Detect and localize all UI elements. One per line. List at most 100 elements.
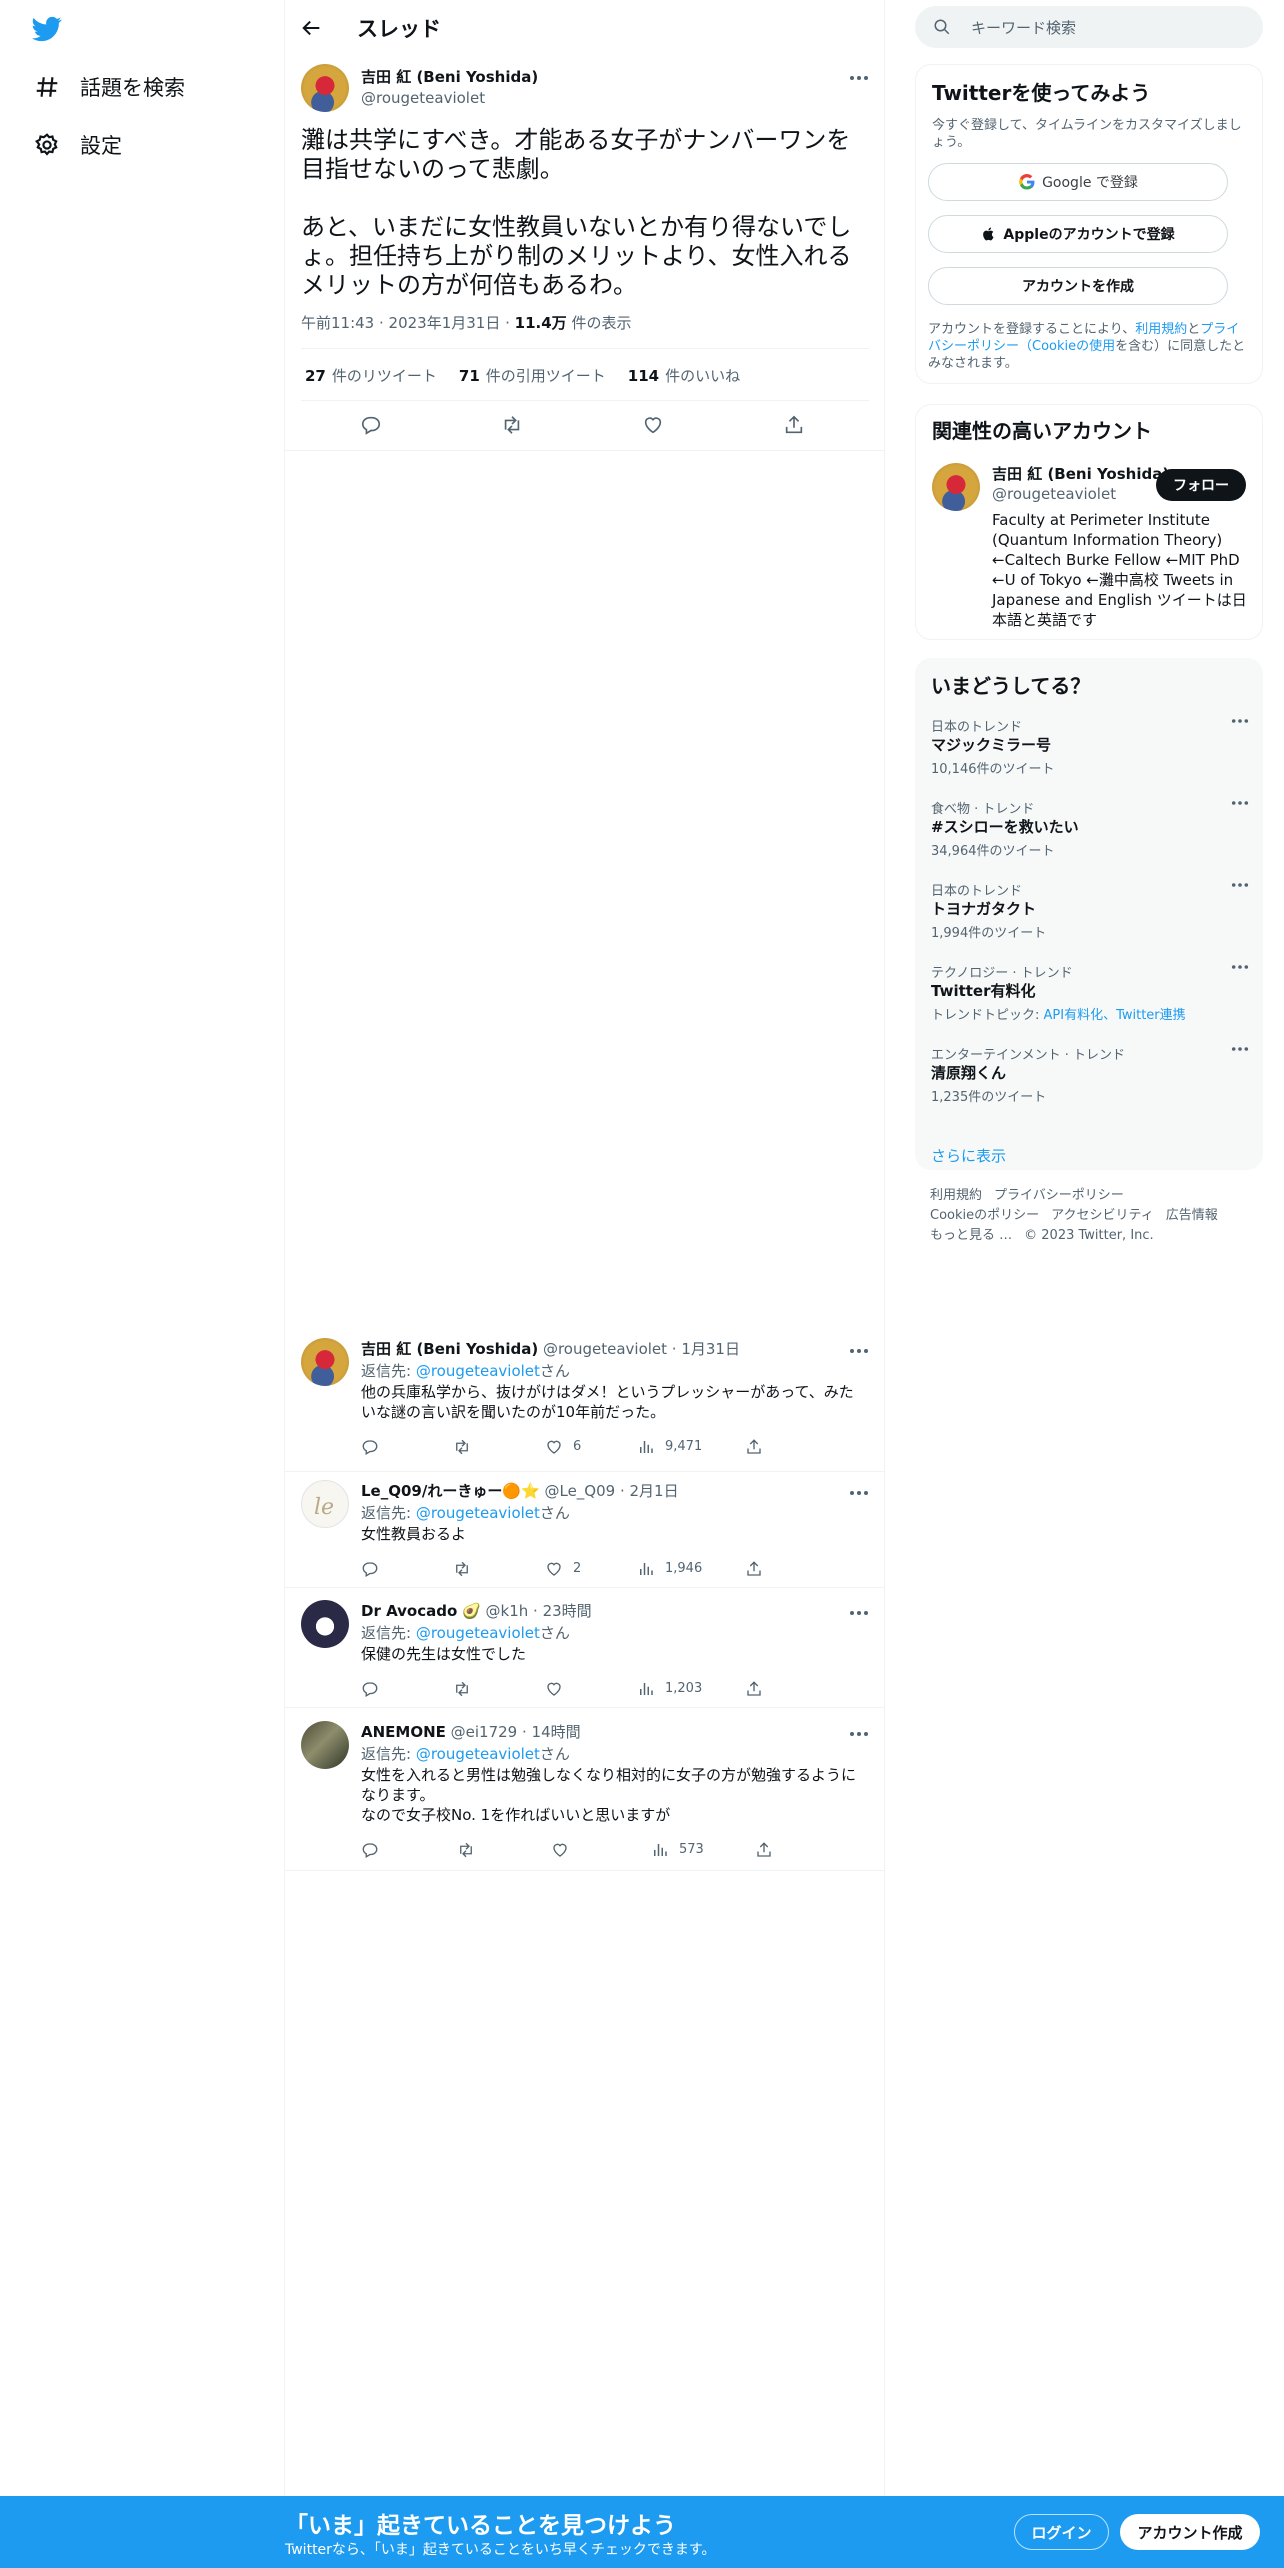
replying-to: 返信先: @rougeteavioletさん	[361, 1362, 570, 1380]
like-icon[interactable]	[551, 1841, 569, 1859]
more-options-icon[interactable]	[849, 75, 869, 81]
likes-stat[interactable]: 114 件のいいね	[628, 365, 740, 386]
tweet-author-name[interactable]: 吉田 紅 (Beni Yoshida)	[361, 66, 538, 87]
reply-tweet[interactable]: ANEMONE @ei1729 · 14時間 返信先: @rougeteavio…	[285, 1721, 885, 1871]
reply-author[interactable]: Le_Q09/れーきゅー🟠⭐ @Le_Q09 · 2月1日	[361, 1480, 679, 1501]
login-button[interactable]: ログイン	[1014, 2514, 1109, 2550]
retweets-stat[interactable]: 27 件のリツイート	[305, 365, 437, 386]
views-chart-icon[interactable]	[637, 1680, 655, 1698]
show-more-link[interactable]: さらに表示	[931, 1145, 1006, 1166]
tweet-author-handle[interactable]: @rougeteaviolet	[361, 89, 485, 107]
retweet-icon[interactable]	[501, 414, 523, 436]
reply-author[interactable]: 吉田 紅 (Beni Yoshida) @rougeteaviolet · 1月…	[361, 1338, 740, 1359]
reply-icon[interactable]	[361, 1560, 379, 1578]
retweet-icon[interactable]	[453, 1560, 471, 1578]
views-chart-icon[interactable]	[637, 1560, 655, 1578]
reply-author[interactable]: Dr Avocado 🥑 @k1h · 23時間	[361, 1600, 592, 1621]
replying-to-link[interactable]: @rougeteaviolet	[416, 1504, 540, 1522]
trend-item[interactable]: 日本のトレンド トヨナガタクト 1,994件のツイート	[931, 880, 1249, 960]
trend-item[interactable]: 食べ物 · トレンド #スシローを救いたい 34,964件のツイート	[931, 798, 1249, 878]
replying-to-link[interactable]: @rougeteaviolet	[416, 1362, 540, 1380]
reply-actions: 573	[361, 1841, 781, 1861]
footer-terms-link[interactable]: 利用規約	[930, 1188, 982, 1203]
like-icon[interactable]	[545, 1680, 563, 1698]
footer-privacy-link[interactable]: プライバシーポリシー	[994, 1188, 1124, 1203]
reply-icon[interactable]	[360, 414, 382, 436]
divider	[301, 400, 869, 401]
share-icon[interactable]	[745, 1438, 763, 1456]
retweet-icon[interactable]	[457, 1841, 475, 1859]
like-icon[interactable]	[545, 1438, 563, 1456]
reply-tweet[interactable]: Dr Avocado 🥑 @k1h · 23時間 返信先: @rougeteav…	[285, 1600, 885, 1708]
google-signup-button[interactable]: Google で登録	[928, 163, 1228, 201]
reply-author[interactable]: ANEMONE @ei1729 · 14時間	[361, 1721, 581, 1742]
reply-icon[interactable]	[361, 1680, 379, 1698]
signup-subtitle: 今すぐ登録して、タイムラインをカスタマイズしましょう。	[932, 118, 1242, 150]
more-options-icon[interactable]	[1231, 800, 1249, 806]
more-options-icon[interactable]	[849, 1348, 869, 1354]
more-options-icon[interactable]	[1231, 964, 1249, 970]
relevant-account-handle[interactable]: @rougeteaviolet	[992, 485, 1116, 503]
gear-icon	[34, 132, 60, 158]
trend-topic-links[interactable]: API有料化、Twitter連携	[1044, 1008, 1186, 1023]
more-options-icon[interactable]	[849, 1731, 869, 1737]
avatar[interactable]	[301, 1338, 349, 1386]
share-icon[interactable]	[783, 414, 805, 436]
footer-cookie-link[interactable]: Cookieのポリシー	[930, 1208, 1039, 1223]
banner-title: 「いま」起きていることを見つけよう	[285, 2513, 676, 2539]
quotes-stat[interactable]: 71 件の引用ツイート	[459, 365, 606, 386]
tweet-time[interactable]: 午前11:43	[301, 314, 374, 332]
more-options-icon[interactable]	[849, 1490, 869, 1496]
footer-more-link[interactable]: もっと見る …	[930, 1228, 1012, 1243]
reply-icon[interactable]	[361, 1841, 379, 1859]
avatar[interactable]: le	[301, 1480, 349, 1528]
share-icon[interactable]	[745, 1680, 763, 1698]
back-arrow-icon[interactable]	[301, 17, 323, 39]
terms-link[interactable]: 利用規約	[1135, 322, 1187, 337]
thread-header: スレッド	[285, 0, 885, 54]
twitter-logo-icon[interactable]	[30, 14, 64, 44]
trend-item[interactable]: 日本のトレンド マジックミラー号 10,146件のツイート	[931, 716, 1249, 796]
trend-item[interactable]: エンターテインメント · トレンド 清原翔くん 1,235件のツイート	[931, 1044, 1249, 1124]
left-navigation: 話題を検索 設定	[0, 0, 285, 2496]
search-box[interactable]: キーワード検索	[915, 6, 1263, 48]
retweet-icon[interactable]	[453, 1438, 471, 1456]
more-options-icon[interactable]	[849, 1610, 869, 1616]
replying-to-link[interactable]: @rougeteaviolet	[416, 1624, 540, 1642]
create-account-button[interactable]: アカウントを作成	[928, 267, 1228, 305]
reply-tweet[interactable]: le Le_Q09/れーきゅー🟠⭐ @Le_Q09 · 2月1日 返信先: @r…	[285, 1480, 885, 1588]
main-column: スレッド 吉田 紅 (Beni Yoshida) @rougeteaviolet…	[285, 0, 885, 2496]
more-options-icon[interactable]	[1231, 718, 1249, 724]
tweet-date[interactable]: 2023年1月31日	[389, 314, 501, 332]
nav-explore[interactable]: 話題を検索	[34, 67, 185, 107]
share-icon[interactable]	[745, 1560, 763, 1578]
reply-tweet[interactable]: 吉田 紅 (Beni Yoshida) @rougeteaviolet · 1月…	[285, 1338, 885, 1472]
more-options-icon[interactable]	[1231, 1046, 1249, 1052]
nav-settings[interactable]: 設定	[34, 125, 122, 165]
reply-icon[interactable]	[361, 1438, 379, 1456]
follow-button[interactable]: フォロー	[1156, 469, 1246, 501]
signup-title: Twitterを使ってみよう	[932, 81, 1151, 105]
more-options-icon[interactable]	[1231, 882, 1249, 888]
replying-to-link[interactable]: @rougeteaviolet	[416, 1745, 540, 1763]
footer-ads-link[interactable]: 広告情報	[1166, 1208, 1218, 1223]
trend-item[interactable]: テクノロジー · トレンド Twitter有料化 トレンドトピック: API有料…	[931, 962, 1249, 1042]
avatar[interactable]	[301, 1600, 349, 1648]
avatar[interactable]	[301, 1721, 349, 1769]
tweet-text: 灘は共学にすべき。才能ある女子がナンバーワンを目指せないのって悲劇。 あと、いま…	[301, 126, 852, 299]
like-icon[interactable]	[642, 414, 664, 436]
views-chart-icon[interactable]	[651, 1841, 669, 1859]
apple-icon	[981, 226, 997, 242]
like-icon[interactable]	[545, 1560, 563, 1578]
apple-signup-button[interactable]: Appleのアカウントで登録	[928, 215, 1228, 253]
relevant-account-name[interactable]: 吉田 紅 (Beni Yoshida)	[992, 463, 1169, 484]
trends-title: いまどうしてる？	[931, 674, 1091, 698]
views-chart-icon[interactable]	[637, 1438, 655, 1456]
share-icon[interactable]	[755, 1841, 773, 1859]
avatar[interactable]	[301, 64, 349, 112]
retweet-icon[interactable]	[453, 1680, 471, 1698]
footer-accessibility-link[interactable]: アクセシビリティ	[1051, 1208, 1154, 1223]
signup-button[interactable]: アカウント作成	[1120, 2514, 1260, 2550]
avatar[interactable]	[932, 463, 980, 511]
search-input[interactable]: キーワード検索	[971, 17, 1076, 38]
